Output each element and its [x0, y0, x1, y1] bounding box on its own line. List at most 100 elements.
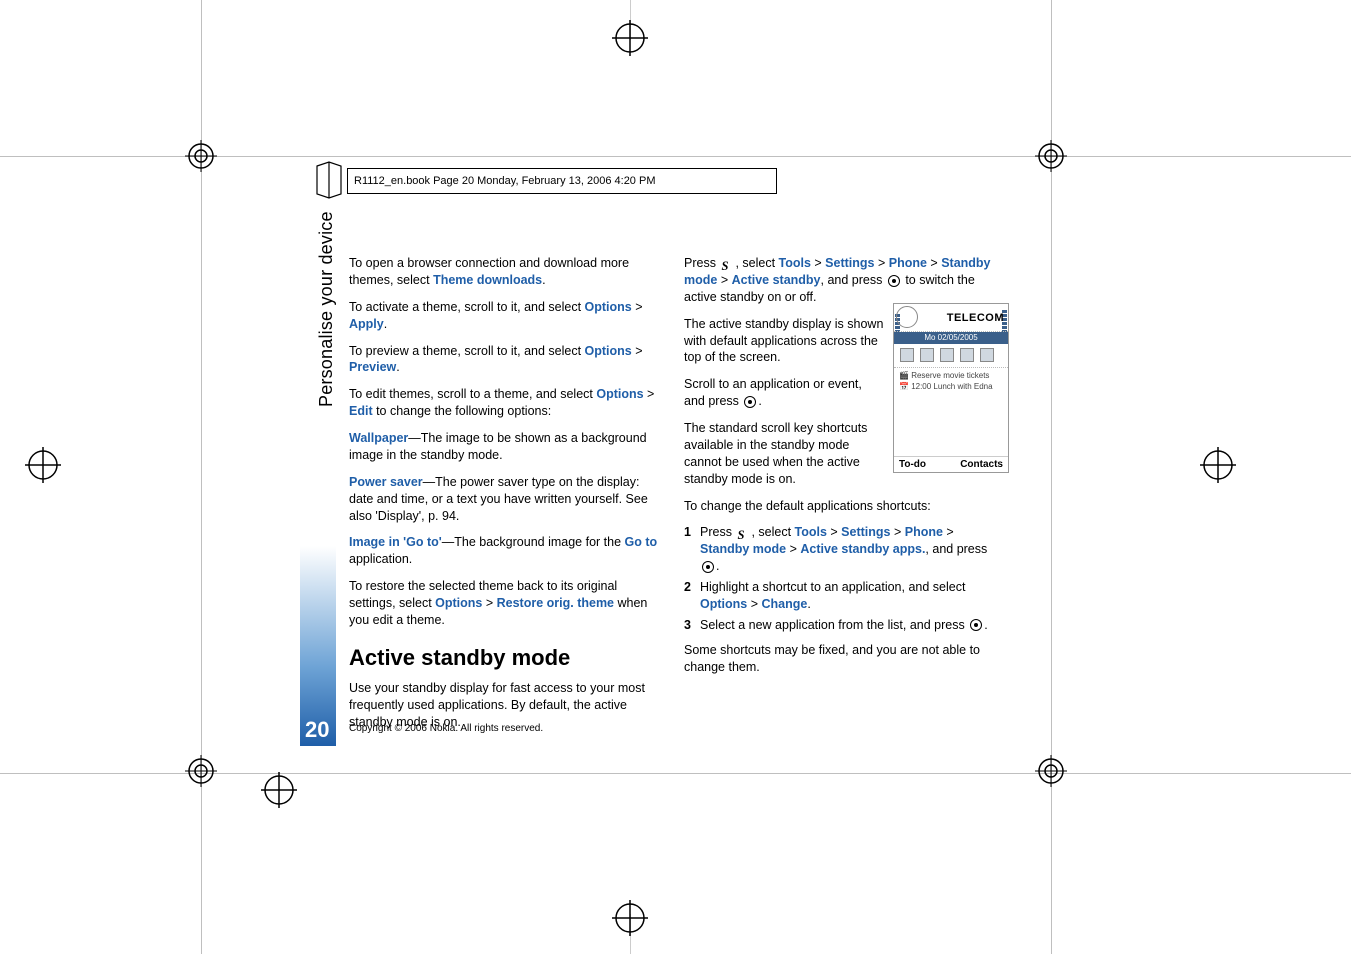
clock-icon [896, 306, 918, 328]
paragraph: The active standby display is shown with… [684, 316, 884, 367]
link-change: Change [761, 597, 807, 611]
text: , and press [821, 273, 886, 287]
text: > [811, 256, 825, 270]
phone-screenshot: TELECOM Mo 02/05/2005 🎬 Reserve movie ti… [893, 303, 1009, 473]
text: to change the following options: [373, 404, 552, 418]
softkey-right: Contacts [960, 459, 1003, 470]
list-number: 2 [684, 579, 700, 613]
menu-key-icon: S [737, 527, 749, 539]
text: , and press [925, 542, 987, 556]
crosshair-icon [612, 900, 648, 936]
text: > [717, 273, 731, 287]
link-phone: Phone [905, 525, 943, 539]
paragraph: Image in 'Go to'—The background image fo… [349, 534, 659, 568]
link-options: Options [585, 344, 632, 358]
link-active-standby: Active standby [732, 273, 821, 287]
app-icon [940, 348, 954, 362]
text: —The background image for the [442, 535, 625, 549]
text: , select [735, 256, 778, 270]
page-gradient [300, 546, 336, 746]
app-icon [980, 348, 994, 362]
link-settings: Settings [825, 256, 874, 270]
paragraph: Some shortcuts may be fixed, and you are… [684, 642, 1004, 676]
paragraph: To edit themes, scroll to a theme, and s… [349, 386, 659, 420]
paragraph: Scroll to an application or event, and p… [684, 376, 884, 410]
link-options: Options [700, 597, 747, 611]
paragraph: Wallpaper—The image to be shown as a bac… [349, 430, 659, 464]
date-bar: Mo 02/05/2005 [894, 332, 1008, 344]
list-item: 1 Press S, select Tools > Settings > Pho… [684, 524, 1004, 575]
link-tools: Tools [795, 525, 827, 539]
standby-events: 🎬 Reserve movie tickets 📅 12:00 Lunch wi… [894, 368, 1008, 396]
text: > [632, 344, 643, 358]
link-image-in-goto: Image in 'Go to' [349, 535, 442, 549]
app-icon [960, 348, 974, 362]
text: > [632, 300, 643, 314]
text: > [927, 256, 941, 270]
event-line: 📅 12:00 Lunch with Edna [899, 382, 1003, 391]
list-body: Press S, select Tools > Settings > Phone… [700, 524, 1004, 575]
text: Press [684, 256, 719, 270]
text: Press [700, 525, 735, 539]
phone-topbar: TELECOM [894, 304, 1008, 332]
link-power-saver: Power saver [349, 475, 423, 489]
text: Scroll to an application or event, and p… [684, 377, 862, 408]
scroll-key-icon [888, 275, 900, 287]
list-item: 2 Highlight a shortcut to an application… [684, 579, 1004, 613]
paragraph: The standard scroll key shortcuts availa… [684, 420, 884, 488]
link-edit: Edit [349, 404, 373, 418]
text: > [786, 542, 800, 556]
link-standby-mode: Standby mode [700, 542, 786, 556]
crosshair-icon [261, 772, 297, 808]
list-number: 3 [684, 617, 700, 634]
copyright-line: Copyright © 2006 Nokia. All rights reser… [349, 723, 543, 734]
text: > [827, 525, 841, 539]
softkey-bar: To-do Contacts [894, 456, 1008, 472]
link-restore-orig-theme: Restore orig. theme [497, 596, 614, 610]
text: > [644, 387, 655, 401]
section-title-sidebar: Personalise your device [316, 211, 337, 407]
list-number: 1 [684, 524, 700, 575]
text: Select a new application from the list, … [700, 618, 968, 632]
registration-mark-icon [185, 755, 217, 787]
text: > [482, 596, 496, 610]
app-shortcut-row [894, 344, 1008, 368]
scroll-key-icon [970, 619, 982, 631]
text: > [874, 256, 888, 270]
event-line: 🎬 Reserve movie tickets [899, 371, 1003, 380]
text: . [807, 597, 810, 611]
scroll-key-icon [702, 561, 714, 573]
crosshair-icon [25, 447, 61, 483]
text: To preview a theme, scroll to it, and se… [349, 344, 585, 358]
link-active-standby-apps: Active standby apps. [800, 542, 925, 556]
link-phone: Phone [889, 256, 927, 270]
text: Reserve movie tickets [911, 371, 989, 380]
text: 12:00 Lunch with Edna [911, 382, 992, 391]
link-go-to: Go to [625, 535, 658, 549]
crosshair-icon [612, 20, 648, 56]
text: To activate a theme, scroll to it, and s… [349, 300, 585, 314]
link-options: Options [585, 300, 632, 314]
link-settings: Settings [841, 525, 890, 539]
registration-mark-icon [185, 140, 217, 172]
text: . [384, 317, 387, 331]
page-number: 20 [305, 717, 329, 743]
text: To edit themes, scroll to a theme, and s… [349, 387, 596, 401]
text: > [890, 525, 904, 539]
registration-mark-icon [1035, 755, 1067, 787]
text: . [716, 559, 719, 573]
link-wallpaper: Wallpaper [349, 431, 408, 445]
text: application. [349, 552, 412, 566]
link-options: Options [435, 596, 482, 610]
text: . [542, 273, 545, 287]
text: . [396, 360, 399, 374]
menu-key-icon: S [721, 258, 733, 270]
text: . [984, 618, 987, 632]
text: . [758, 394, 761, 408]
paragraph: Power saver—The power saver type on the … [349, 474, 659, 525]
list-body: Select a new application from the list, … [700, 617, 1004, 634]
heading-active-standby-mode: Active standby mode [349, 643, 659, 673]
link-tools: Tools [779, 256, 811, 270]
text: > [747, 597, 761, 611]
paragraph: To preview a theme, scroll to it, and se… [349, 343, 659, 377]
